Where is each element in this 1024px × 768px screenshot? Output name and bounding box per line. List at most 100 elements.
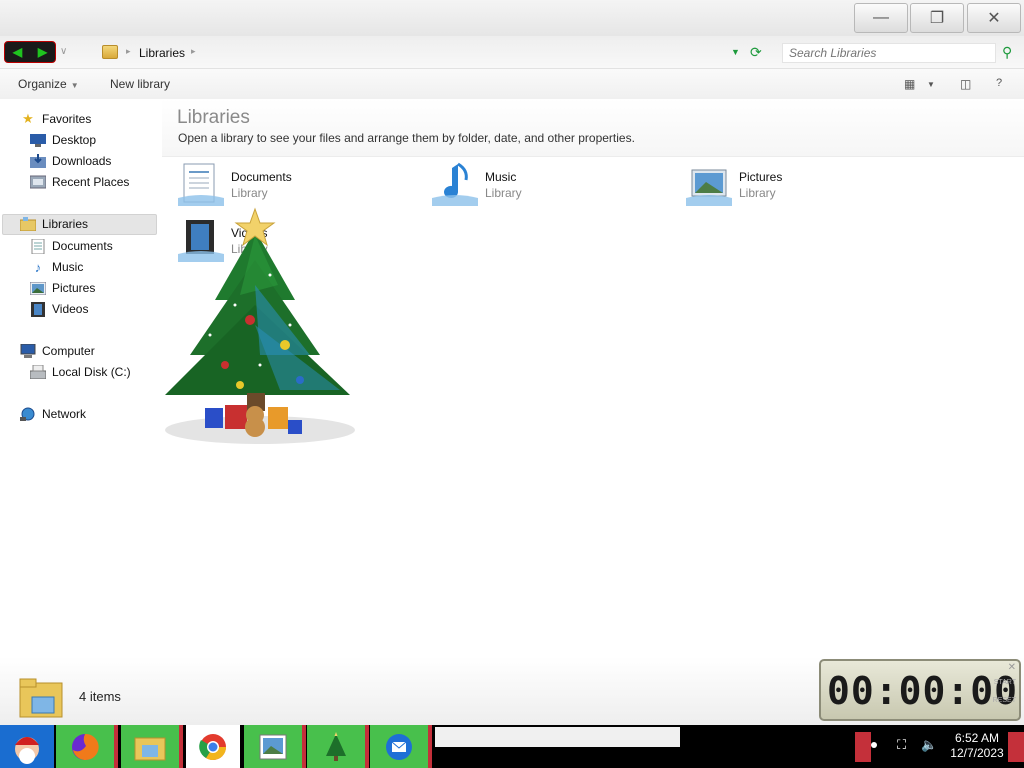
preview-pane-icon[interactable]: ◫ [960,77,971,91]
organize-button[interactable]: Organize ▼ [18,77,79,91]
tray-indicator-left [855,732,871,762]
firefox-icon [72,733,99,760]
stopwatch-reset-button[interactable]: RESET [993,697,1016,704]
stopwatch-start-button[interactable]: START [994,679,1016,686]
title-bar: — ❐ ✕ [0,0,1024,36]
videos-icon [30,301,46,317]
show-desktop-button[interactable] [1008,732,1024,762]
sidebar-item-label: Downloads [52,154,112,168]
new-library-button[interactable]: New library [110,77,170,91]
clock-time: 6:52 AM [954,731,1000,745]
breadcrumb-libraries[interactable]: Libraries [139,46,185,60]
taskbar-chrome[interactable] [186,725,240,768]
restore-icon: ❐ [929,10,945,27]
network-tray-icon[interactable]: ⛶ [897,737,906,753]
back-button[interactable]: ◀ [13,45,22,59]
close-button[interactable]: ✕ [967,3,1021,33]
navigation-pane: ★ Favorites Desktop Downloads Recent Plac… [0,99,160,659]
sidebar-item-label: Music [52,260,84,274]
sidebar-item-recent-places[interactable]: Recent Places [30,172,129,192]
search-input[interactable] [783,44,995,62]
hard-disk-icon [30,365,46,379]
volume-icon[interactable]: 🔈 [921,737,937,753]
photo-viewer-icon [259,734,287,759]
tray-dot-icon[interactable] [871,742,877,748]
chevron-down-icon: ▼ [70,81,79,90]
stopwatch-gadget[interactable]: 00:00:00 ✕ START RESET [819,659,1021,721]
page-title: Libraries [177,107,250,128]
taskbar: ⛶ 🔈 6:52 AM 12/7/2023 [0,725,1024,768]
libraries-large-icon [19,678,63,718]
star-icon: ★ [22,111,34,126]
documents-icon [30,238,46,254]
sidebar-item-pictures[interactable]: Pictures [30,278,95,298]
christmas-tree-icon [326,731,346,761]
santa-icon [15,736,39,764]
search-box [782,43,996,63]
library-name: Documents [231,170,292,184]
forward-button[interactable]: ▶ [38,45,47,59]
close-gadget-icon[interactable]: ✕ [1008,662,1016,673]
close-icon: ✕ [987,10,1001,27]
breadcrumb-separator-icon[interactable]: ▸ [126,46,131,57]
pictures-icon [30,281,46,295]
address-bar-row: ◀ ▶ ∨ ▸ Libraries ▸ ▼ ⟳ ⚲ [0,36,1024,69]
sidebar-item-network[interactable]: Network [20,404,86,424]
library-name: Pictures [739,170,783,184]
recent-pages-dropdown[interactable]: ∨ [60,46,67,57]
item-count: 4 items [79,689,121,704]
christmas-tree-gadget[interactable] [150,205,360,450]
libraries-icon [20,217,36,231]
stopwatch-display: 00:00:00 [827,669,1019,713]
sidebar-item-downloads[interactable]: Downloads [30,151,111,171]
sidebar-item-local-disk[interactable]: Local Disk (C:) [30,362,131,382]
sidebar-item-label: Favorites [42,112,92,126]
taskbar-strip [435,727,680,747]
sidebar-item-label: Videos [52,302,89,316]
view-dropdown-icon[interactable]: ▼ [927,80,935,89]
breadcrumb-chevron-icon[interactable]: ▸ [191,46,196,57]
minimize-button[interactable]: — [854,3,908,33]
sidebar-item-music[interactable]: ♪ Music [30,257,84,277]
organize-label: Organize [18,77,67,91]
address-dropdown-icon[interactable]: ▼ [731,47,740,57]
downloads-icon [30,154,46,168]
network-icon [20,407,36,421]
sidebar-item-desktop[interactable]: Desktop [30,130,96,150]
nav-buttons: ◀ ▶ [4,41,56,63]
refresh-icon[interactable]: ⟳ [750,44,762,61]
search-icon[interactable]: ⚲ [1002,44,1012,61]
music-note-icon: ♪ [34,259,42,275]
music-library-icon [432,162,478,206]
taskbar-photo-viewer[interactable] [244,725,306,768]
sidebar-item-favorites[interactable]: ★ Favorites [20,109,91,129]
pictures-library-icon [686,169,732,206]
content-header [162,99,1024,157]
sidebar-item-documents[interactable]: Documents [30,236,113,256]
start-button[interactable] [0,725,54,768]
sidebar-item-libraries[interactable]: Libraries [20,214,88,234]
library-pictures[interactable]: Pictures Library [686,162,906,212]
sidebar-item-videos[interactable]: Videos [30,299,88,319]
system-clock[interactable]: 6:52 AM 12/7/2023 [946,731,1008,761]
library-music[interactable]: Music Library [432,162,652,212]
restore-button[interactable]: ❐ [910,3,964,33]
folder-icon [134,737,166,760]
taskbar-christmas-tree[interactable] [307,725,369,768]
taskbar-thunderbird[interactable] [370,725,432,768]
taskbar-firefox[interactable] [56,725,118,768]
desktop-icon [30,133,46,147]
sidebar-item-label: Recent Places [52,175,130,189]
help-icon[interactable]: ? [996,77,1002,89]
library-type: Library [231,186,268,200]
sidebar-item-label: Libraries [42,217,89,231]
clock-date: 12/7/2023 [950,746,1004,760]
sidebar-item-computer[interactable]: Computer [20,341,95,361]
page-subtitle: Open a library to see your files and arr… [178,131,635,145]
minimize-icon: — [873,9,889,26]
view-options-icon[interactable]: ▦ [904,77,915,91]
library-name: Music [485,170,517,184]
taskbar-explorer[interactable] [121,725,183,768]
recent-places-icon [30,175,46,189]
thunderbird-icon [386,733,412,760]
